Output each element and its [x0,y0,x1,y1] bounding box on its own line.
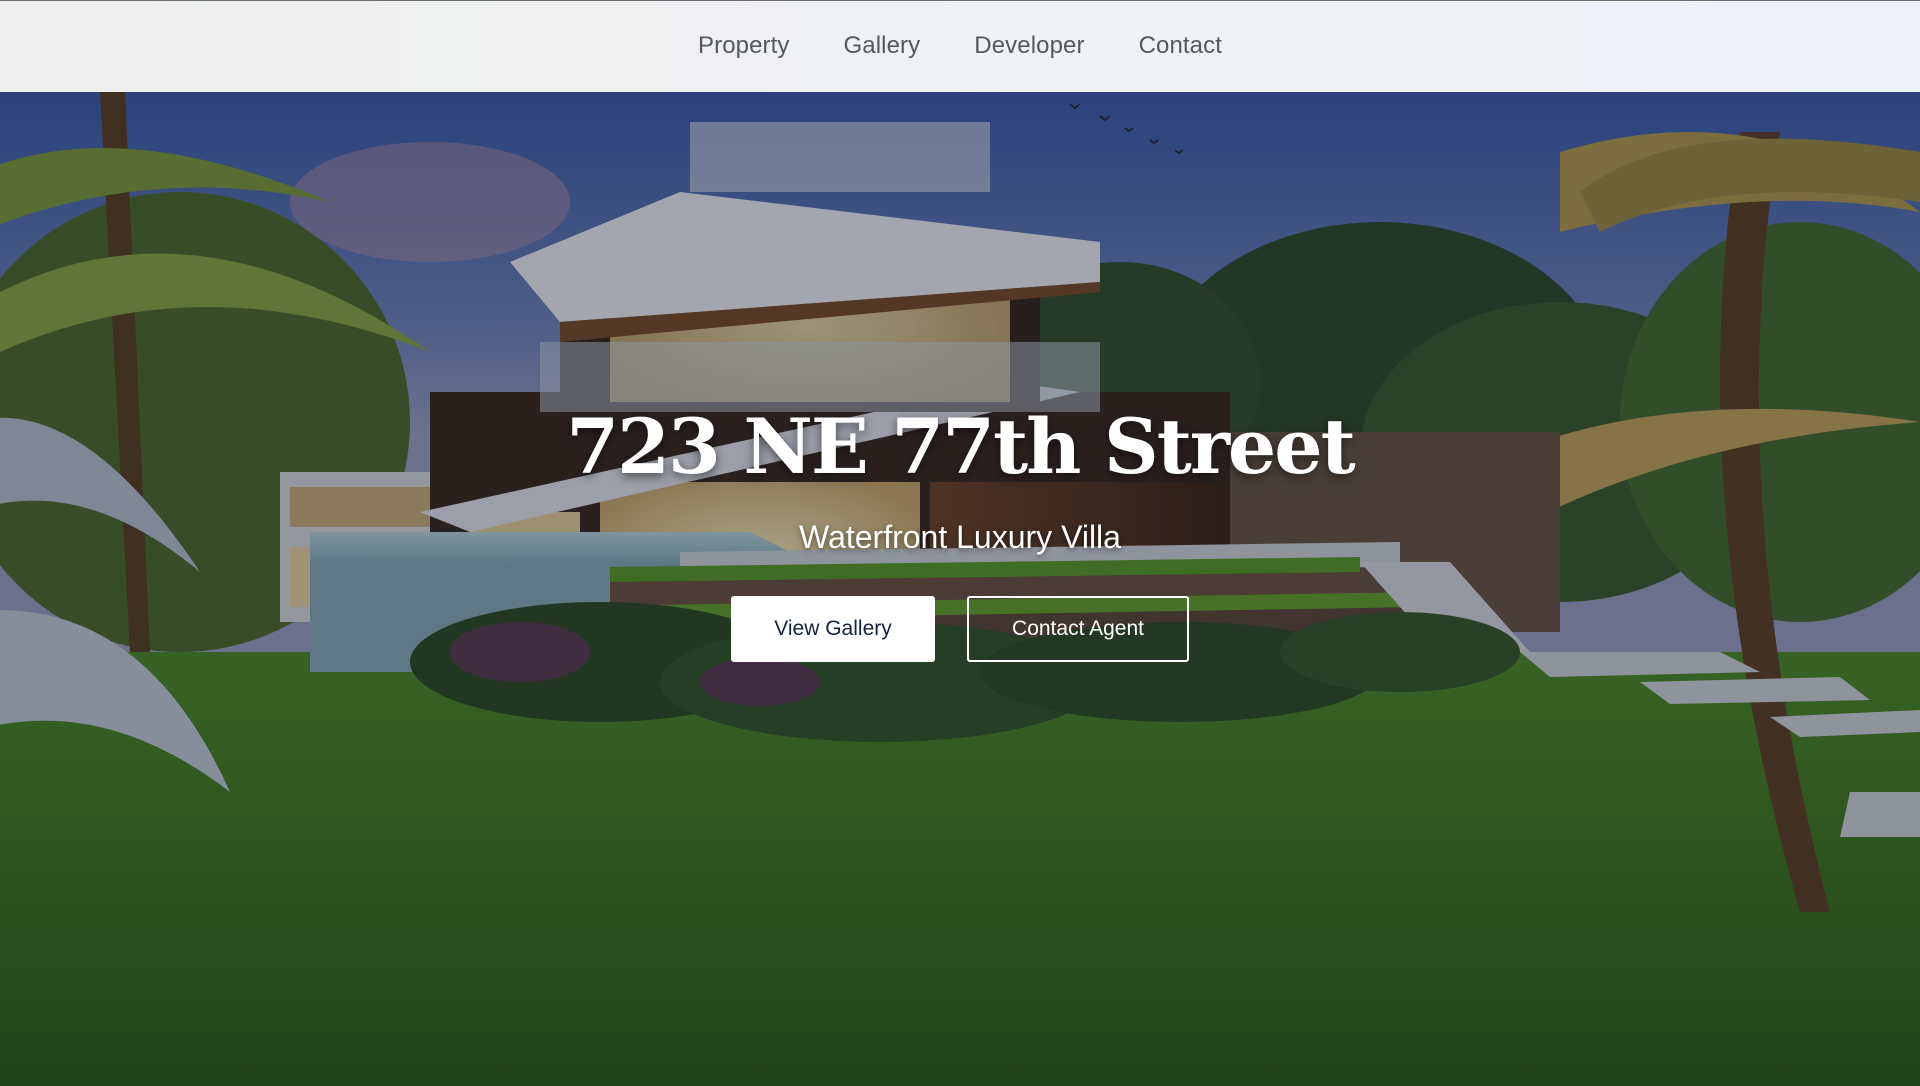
nav-link-contact[interactable]: Contact [1139,32,1222,60]
hero-section: 723 NE 77th Street Waterfront Luxury Vil… [0,92,1920,1086]
top-navigation: Property Gallery Developer Contact [0,0,1920,92]
nav-link-property[interactable]: Property [698,32,790,60]
hero-button-row: View Gallery Contact Agent [0,596,1920,662]
hero-content: 723 NE 77th Street Waterfront Luxury Vil… [0,402,1920,662]
contact-agent-button[interactable]: Contact Agent [967,596,1189,662]
nav-link-developer[interactable]: Developer [974,32,1084,60]
nav-link-gallery[interactable]: Gallery [844,32,921,60]
hero-subtitle: Waterfront Luxury Villa [799,519,1121,555]
nav-links: Property Gallery Developer Contact [698,32,1222,60]
view-gallery-button[interactable]: View Gallery [731,596,935,662]
hero-title: 723 NE 77th Street [566,402,1355,491]
